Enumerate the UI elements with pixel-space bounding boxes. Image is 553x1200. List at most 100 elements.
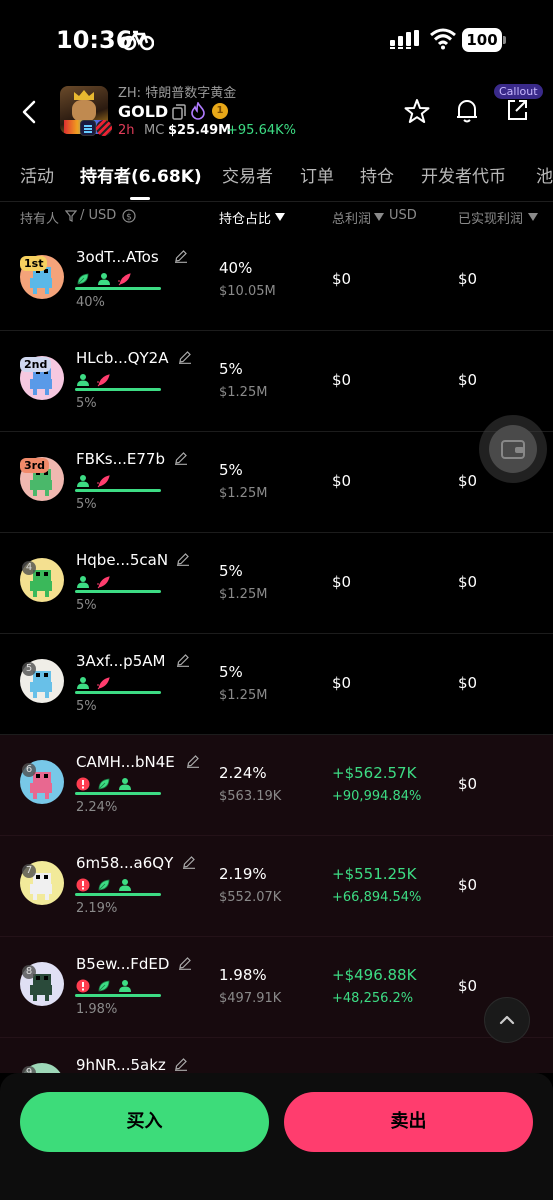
- share-value: $563.19K: [219, 789, 282, 804]
- column-header: 持有人 / USD $ 持仓占比 总利润 USD 已实现利润: [0, 202, 553, 232]
- realized-pnl: $0: [458, 371, 478, 389]
- col-usd[interactable]: / USD: [80, 208, 116, 223]
- holding-bar: [75, 691, 161, 694]
- tab-orders[interactable]: 订单: [300, 162, 334, 187]
- edit-pen-icon[interactable]: [174, 249, 188, 263]
- total-pnl: +$551.25K: [332, 865, 417, 883]
- token-symbol: GOLD: [118, 102, 169, 121]
- holder-address[interactable]: 9hNR...5akz: [76, 1056, 166, 1073]
- token-zh-name: ZH: 特朗普数字黄金: [118, 86, 237, 101]
- edit-pen-icon[interactable]: [178, 350, 192, 364]
- realized-pnl: $0: [458, 270, 478, 288]
- realized-pnl: $0: [458, 674, 478, 692]
- holder-address[interactable]: 6m58...a6QY: [76, 854, 173, 872]
- tab-activity[interactable]: 活动: [20, 162, 54, 187]
- col-total-pnl[interactable]: 总利润: [332, 208, 371, 227]
- trade-bar: 买入 卖出: [0, 1073, 553, 1200]
- table-row[interactable]: 5 3Axf...p5AM 5% 5% $1.25M $0 $0: [0, 634, 553, 735]
- holding-bar: [75, 893, 161, 896]
- tab-holders[interactable]: 持有者(6.68K): [80, 162, 202, 187]
- tab-traders[interactable]: 交易者: [222, 162, 273, 187]
- edit-pen-icon[interactable]: [176, 552, 190, 566]
- col-share[interactable]: 持仓占比: [219, 208, 271, 227]
- table-row[interactable]: 2nd HLcb...QY2A 5% 5% $1.25M $0 $0: [0, 331, 553, 432]
- holding-bar: [75, 388, 161, 391]
- star-icon[interactable]: [404, 98, 430, 124]
- edit-pen-icon[interactable]: [178, 956, 192, 970]
- share-value: $1.25M: [219, 587, 268, 602]
- total-pnl: $0: [332, 371, 352, 389]
- holding-bar: [75, 590, 161, 593]
- holder-address[interactable]: FBKs...E77b: [76, 450, 165, 468]
- total-pnl-percent: +48,256.2%: [332, 991, 414, 1006]
- fish-icon: [118, 273, 131, 286]
- holding-bar: [75, 792, 161, 795]
- mc-change: +95.64K%: [227, 123, 296, 138]
- edit-pen-icon[interactable]: [174, 451, 188, 465]
- leaf-icon: [77, 273, 89, 285]
- holding-percent: 40%: [76, 295, 105, 310]
- edit-pen-icon[interactable]: [176, 653, 190, 667]
- realized-pnl: $0: [458, 573, 478, 591]
- tab-bar: 活动 持有者(6.68K) 交易者 订单 持仓 开发者代币 池: [0, 142, 553, 202]
- share-external-icon[interactable]: [505, 98, 529, 122]
- sell-button[interactable]: 卖出: [284, 1092, 533, 1152]
- wallet-float-button[interactable]: [479, 415, 547, 483]
- sort-icon[interactable]: [528, 213, 538, 221]
- table-row[interactable]: 4 Hqbe...5caN 5% 5% $1.25M $0 $0: [0, 533, 553, 634]
- bell-icon[interactable]: [455, 98, 479, 124]
- share-value: $497.91K: [219, 991, 282, 1006]
- dollar-toggle-icon[interactable]: $: [122, 209, 136, 223]
- rank-number: 4: [22, 561, 36, 575]
- holder-address[interactable]: B5ew...FdED: [76, 955, 169, 973]
- sort-icon[interactable]: [374, 213, 384, 221]
- tab-dev-tokens[interactable]: 开发者代币: [421, 162, 506, 187]
- share-percent: 5%: [219, 562, 243, 580]
- holder-address[interactable]: Hqbe...5caN: [76, 551, 168, 569]
- rank-badge: 2nd: [20, 357, 52, 372]
- table-row[interactable]: 1st 3odT...ATos 40% 40% $10.05M $0 $0: [0, 230, 553, 331]
- cellular-signal-icon: [390, 30, 419, 49]
- holder-list[interactable]: 1st 3odT...ATos 40% 40% $10.05M $0 $0 2nd HLcb..…: [0, 230, 553, 1073]
- holding-bar: [75, 489, 161, 492]
- mc-value: $25.49M: [168, 123, 232, 138]
- clock: 10:36: [56, 26, 133, 54]
- tab-positions[interactable]: 持仓: [360, 162, 394, 187]
- wifi-icon: [430, 28, 456, 50]
- holder-address[interactable]: HLcb...QY2A: [76, 349, 168, 367]
- share-value: $1.25M: [219, 688, 268, 703]
- share-percent: 1.98%: [219, 966, 267, 984]
- buy-button[interactable]: 买入: [20, 1092, 269, 1152]
- warning-icon: [76, 777, 90, 791]
- edit-pen-icon[interactable]: [174, 1057, 188, 1071]
- table-row[interactable]: 9 9hNR...5akz: [0, 1038, 553, 1073]
- back-arrow-icon[interactable]: [18, 98, 42, 126]
- table-row[interactable]: 7 6m58...a6QY 2.19% 2.19% $552.07K +$551.25K +…: [0, 836, 553, 937]
- share-value: $1.25M: [219, 486, 268, 501]
- total-pnl: $0: [332, 472, 352, 490]
- holder-address[interactable]: 3Axf...p5AM: [76, 652, 165, 670]
- edit-pen-icon[interactable]: [182, 855, 196, 869]
- table-row[interactable]: 8 B5ew...FdED 1.98% 1.98% $497.91K +$496.88K +…: [0, 937, 553, 1038]
- table-row[interactable]: 6 CAMH...bN4E 2.24% 2.24% $563.19K +$562.57K +…: [0, 735, 553, 836]
- col-realized[interactable]: 已实现利润: [458, 208, 523, 227]
- holding-percent: 5%: [76, 497, 97, 512]
- sort-desc-icon[interactable]: [275, 213, 285, 221]
- col-holder[interactable]: 持有人: [20, 208, 59, 227]
- holder-address[interactable]: 3odT...ATos: [76, 248, 159, 266]
- edit-pen-icon[interactable]: [186, 754, 200, 768]
- total-pnl: $0: [332, 573, 352, 591]
- mc-label: MC: [144, 123, 165, 138]
- realized-pnl: $0: [458, 472, 478, 490]
- scroll-to-top-button[interactable]: [484, 997, 530, 1043]
- holder-address[interactable]: CAMH...bN4E: [76, 753, 175, 771]
- share-percent: 5%: [219, 663, 243, 681]
- copy-icon[interactable]: [172, 104, 186, 120]
- coin-icon: 1: [212, 103, 228, 119]
- warning-icon: [76, 979, 90, 993]
- share-percent: 2.19%: [219, 865, 267, 883]
- callout-badge[interactable]: Callout: [494, 84, 543, 99]
- tab-pool[interactable]: 池: [536, 162, 553, 187]
- filter-icon[interactable]: [65, 210, 77, 222]
- table-row[interactable]: 3rd FBKs...E77b 5% 5% $1.25M $0 $0: [0, 432, 553, 533]
